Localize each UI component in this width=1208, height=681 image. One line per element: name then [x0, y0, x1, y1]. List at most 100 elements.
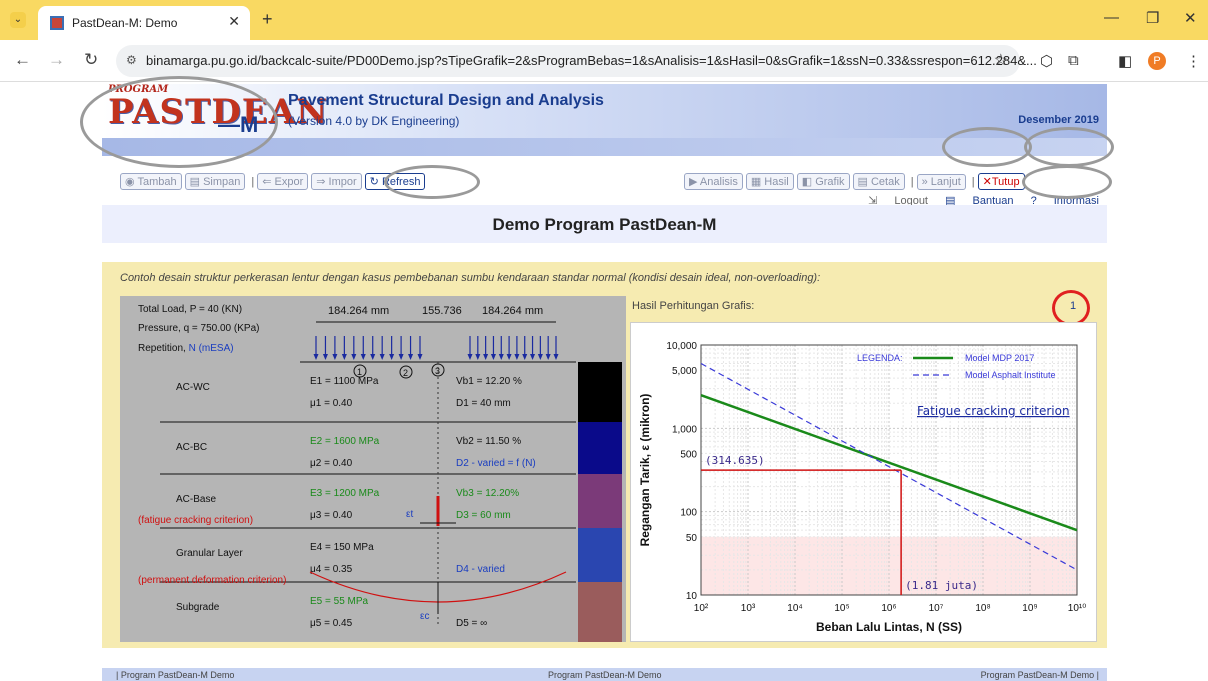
site-info-icon[interactable]: ⚙	[126, 53, 137, 67]
layer-name: AC-Base	[176, 494, 216, 505]
browser-tabbar: ⌄ PastDean-M: Demo ✕ + — ❐ ✕	[0, 0, 1208, 40]
y-tick-label: 10	[686, 591, 698, 602]
close-button[interactable]: ✕Tutup	[977, 173, 1025, 190]
save-button[interactable]: ▤ Simpan	[184, 173, 246, 190]
highlight-circle	[1022, 165, 1112, 199]
menu-kebab-icon[interactable]: ⋮	[1186, 52, 1201, 70]
dim-left: 184.264 mm	[328, 305, 389, 317]
layer-poisson: μ1 = 0.40	[310, 398, 353, 409]
chart-annotation: Fatigue cracking criterion	[917, 404, 1070, 418]
x-tick-label: 10⁷	[929, 603, 944, 614]
layer-block	[578, 528, 622, 582]
layer-poisson: μ5 = 0.45	[310, 618, 353, 629]
layer-color-blocks	[578, 362, 622, 642]
tab-title: PastDean-M: Demo	[72, 16, 178, 30]
layer-name: AC-BC	[176, 442, 207, 453]
footer-right: Program PastDean-M Demo |	[980, 670, 1099, 680]
legend-entry: Model MDP 2017	[965, 353, 1034, 363]
new-tab-button[interactable]: +	[262, 9, 273, 30]
url-text: binamarga.pu.go.id/backcalc-suite/PD00De…	[146, 53, 1037, 68]
highlight-circle	[1024, 127, 1114, 167]
add-button[interactable]: ◉ Tambah	[120, 173, 182, 190]
layer-thickness: D4 - varied	[456, 564, 505, 575]
extension-shield-icon[interactable]: ⬡	[1040, 52, 1053, 70]
export-button[interactable]: ⇐ Expor	[257, 173, 309, 190]
layer-block	[578, 362, 622, 422]
x-tick-label: 10⁴	[787, 603, 802, 614]
result-button[interactable]: ▦ Hasil	[745, 173, 794, 190]
forward-icon[interactable]: →	[48, 50, 65, 70]
layer-name: Granular Layer	[176, 548, 243, 559]
tab-close-icon[interactable]: ✕	[228, 13, 240, 30]
y-axis-label: Regangan Tarik, ε (mikron)	[638, 394, 652, 547]
legend-title: LEGENDA:	[857, 353, 903, 363]
layer-name: AC-WC	[176, 382, 210, 393]
highlight-circle	[384, 165, 480, 199]
restore-icon[interactable]: ❐	[1146, 9, 1159, 27]
layer-thickness: D5 = ∞	[456, 618, 487, 629]
marker-y-label: (314.635)	[705, 454, 765, 467]
layer-modulus: E2 = 1600 MPa	[310, 436, 380, 447]
total-load-label: Total Load, P = 40 (KN)	[138, 304, 242, 315]
x-tick-label: 10³	[741, 603, 756, 614]
import-button[interactable]: ⇒ Impor	[311, 173, 362, 190]
app-version: (Version 4.0 by DK Engineering)	[288, 114, 460, 128]
layer-vb: Vb3 = 12.20%	[456, 488, 519, 499]
extensions-puzzle-icon[interactable]: ⧉	[1068, 52, 1079, 69]
x-axis-label: Beban Lalu Lintas, N (SS)	[816, 620, 962, 634]
window-close-icon[interactable]: ✕	[1184, 9, 1197, 27]
pavement-structure-diagram: Total Load, P = 40 (KN) Pressure, q = 75…	[120, 296, 626, 642]
layer-modulus: E1 = 1100 MPa	[310, 376, 379, 387]
x-tick-label: 10¹⁰	[1068, 603, 1086, 614]
page-footer: | Program PastDean-M Demo Program PastDe…	[102, 668, 1107, 681]
x-tick-label: 10⁶	[881, 603, 896, 614]
x-tick-label: 10²	[694, 603, 709, 614]
toolbar-right: ▶ Analisis ▦ Hasil ◧ Grafik ▤ Cetak |» Lanju…	[684, 173, 1028, 193]
x-tick-label: 10⁵	[834, 603, 849, 614]
footer-left: | Program PastDean-M Demo	[116, 670, 235, 680]
app-title: Pavement Structural Design and Analysis	[288, 92, 604, 109]
fatigue-chart: 10,000 5,000 1,000 500 100 50 10 10² 10³ 10⁴ 10⁵ 10…	[630, 322, 1097, 642]
layer-poisson: μ3 = 0.40	[310, 510, 353, 521]
demo-panel: Contoh desain struktur perkerasan lentur…	[102, 262, 1107, 648]
panel-description: Contoh desain struktur perkerasan lentur…	[120, 272, 821, 284]
minimize-icon[interactable]: —	[1104, 9, 1119, 26]
layer-vb: Vb1 = 12.20 %	[456, 376, 522, 387]
profile-avatar[interactable]: P	[1148, 52, 1166, 70]
y-tick-label: 100	[680, 508, 697, 519]
next-button[interactable]: » Lanjut	[916, 174, 966, 190]
marker-x-label: (1.81 juta)	[905, 579, 978, 592]
bookmark-star-icon[interactable]: ☆	[994, 50, 1008, 70]
print-button[interactable]: ▤ Cetak	[852, 173, 905, 190]
layer-modulus: E4 = 150 MPa	[310, 542, 374, 553]
sidepanel-icon[interactable]: ◧	[1118, 52, 1132, 70]
tab-search-button[interactable]: ⌄	[10, 12, 26, 28]
layer-poisson: μ4 = 0.35	[310, 564, 353, 575]
dim-right: 184.264 mm	[482, 305, 543, 317]
layer-block	[578, 582, 622, 642]
reload-icon[interactable]: ↻	[84, 50, 98, 70]
layer-thickness: D2 - varied = f (N)	[456, 458, 536, 469]
legend-entry: Model Asphalt Institute	[965, 370, 1056, 380]
browser-tab[interactable]: PastDean-M: Demo ✕	[38, 6, 250, 40]
pressure-label: Pressure, q = 750.00 (KPa)	[138, 323, 259, 334]
graph-button[interactable]: ◧ Grafik	[796, 173, 850, 190]
chart-heading: Hasil Perhitungan Grafis:	[632, 300, 755, 312]
layer-poisson: μ2 = 0.40	[310, 458, 353, 469]
url-field[interactable]: ⚙ binamarga.pu.go.id/backcalc-suite/PD00…	[116, 45, 1037, 77]
y-tick-label: 1,000	[672, 424, 697, 435]
fatigue-note: (fatigue cracking criterion)	[138, 515, 253, 526]
layer-name: Subgrade	[176, 602, 220, 613]
back-icon[interactable]: ←	[14, 50, 31, 70]
highlight-circle	[1052, 290, 1090, 326]
x-tick-label: 10⁸	[975, 603, 990, 614]
y-tick-label: 500	[680, 449, 697, 460]
title-band: Demo Program PastDean-M	[102, 205, 1107, 243]
y-tick-label: 50	[686, 533, 698, 544]
release-date: Desember 2019	[1018, 114, 1099, 126]
strain-t-label: εt	[406, 509, 413, 520]
strain-c-label: εc	[420, 611, 429, 622]
dim-mid: 155.736	[422, 305, 462, 317]
analysis-button[interactable]: ▶ Analisis	[684, 173, 743, 190]
point-2: 2	[403, 368, 408, 378]
